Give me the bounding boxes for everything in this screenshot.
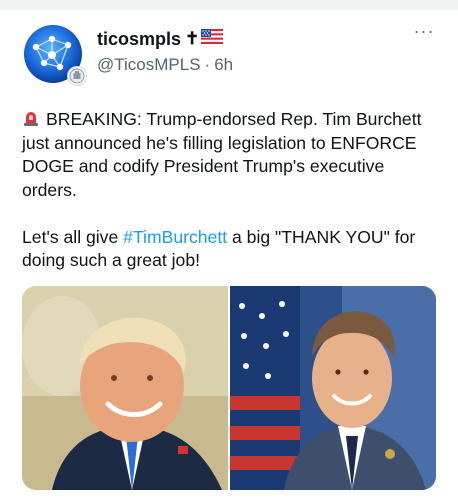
time-separator: ·: [204, 55, 211, 74]
timestamp[interactable]: 6h: [214, 55, 233, 75]
seal-badge-icon: [67, 66, 87, 86]
post-paragraph-1: BREAKING: Trump-endorsed Rep. Tim Burche…: [22, 108, 442, 202]
us-flag-icon: [201, 29, 224, 49]
post-header: ticosmpls ✝ @TicosMPLS · 6h ···: [97, 21, 438, 77]
post-paragraph-2: Let's all give #TimBurchett a big "THANK…: [22, 226, 442, 273]
handle[interactable]: @TicosMPLS: [97, 55, 201, 75]
post-paragraph-2-start: Let's all give: [22, 226, 124, 247]
post-paragraph-1-text: BREAKING: Trump-endorsed Rep. Tim Burche…: [22, 109, 422, 200]
display-name[interactable]: ticosmpls: [97, 29, 181, 50]
cross-symbol: ✝: [185, 29, 200, 48]
hashtag-link[interactable]: #TimBurchett: [123, 227, 227, 247]
post-text: BREAKING: Trump-endorsed Rep. Tim Burche…: [22, 108, 442, 273]
photo-right[interactable]: [230, 286, 436, 490]
more-options-icon[interactable]: ···: [410, 21, 438, 45]
photo-left[interactable]: [22, 286, 228, 490]
media-grid[interactable]: [22, 286, 436, 490]
top-divider: [0, 0, 458, 10]
siren-icon: [22, 109, 40, 127]
